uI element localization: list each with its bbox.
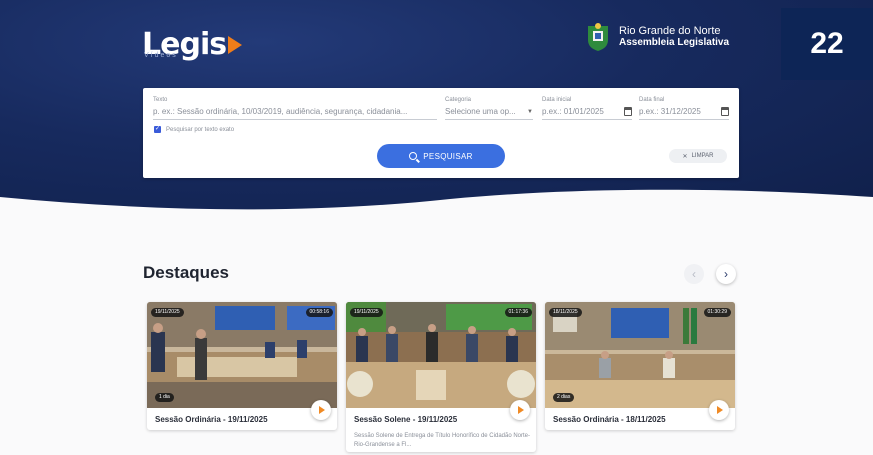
calendar-icon[interactable] xyxy=(624,107,632,116)
number-badge: 22 xyxy=(781,8,873,80)
video-thumbnail[interactable]: 19/11/2025 01:17:36 xyxy=(346,302,536,408)
video-card[interactable]: 18/11/2025 01:30:29 2 dias Sessão Ordiná… xyxy=(545,302,735,430)
logo-subtitle: Vídeos xyxy=(144,52,178,59)
text-input[interactable]: p. ex.: Sessão ordinária, 10/03/2019, au… xyxy=(153,107,437,120)
video-duration-badge: 01:30:29 xyxy=(703,308,731,317)
text-field[interactable]: Texto p. ex.: Sessão ordinária, 10/03/20… xyxy=(153,97,437,120)
play-button[interactable] xyxy=(709,400,729,420)
plenary-thumbnail-image xyxy=(147,302,337,408)
chevron-down-icon: ▼ xyxy=(527,108,533,115)
clear-button-label: LIMPAR xyxy=(691,153,714,159)
search-form: Texto p. ex.: Sessão ordinária, 10/03/20… xyxy=(143,88,739,178)
category-label: Categoria xyxy=(445,97,472,103)
plenary-thumbnail-image xyxy=(545,302,735,408)
video-duration-badge: 00:58:16 xyxy=(305,308,333,317)
video-duration-badge: 01:17:36 xyxy=(504,308,532,317)
start-date-field[interactable]: Data inicial p.ex.: 01/01/2025 xyxy=(542,97,632,120)
video-title[interactable]: Sessão Ordinária - 19/11/2025 xyxy=(155,415,268,424)
play-button[interactable] xyxy=(510,400,530,420)
calendar-icon[interactable] xyxy=(721,107,729,116)
search-button[interactable]: PESQUISAR xyxy=(377,144,505,168)
play-icon xyxy=(319,406,325,414)
video-title[interactable]: Sessão Ordinária - 18/11/2025 xyxy=(553,415,666,424)
category-field[interactable]: Categoria Selecione uma op... ▼ xyxy=(445,97,533,120)
play-icon xyxy=(518,406,524,414)
video-date-badge: 19/11/2025 xyxy=(350,308,383,317)
video-card[interactable]: 19/11/2025 01:17:36 Sessão Solene - 19/1… xyxy=(346,302,536,452)
exact-text-option[interactable]: ✓ Pesquisar por texto exato xyxy=(154,126,234,133)
assembly-name: Rio Grande do Norte Assembleia Legislati… xyxy=(619,25,730,49)
play-button[interactable] xyxy=(311,400,331,420)
end-date-field[interactable]: Data final p.ex.: 31/12/2025 xyxy=(639,97,729,120)
search-button-label: PESQUISAR xyxy=(423,151,473,161)
category-select[interactable]: Selecione uma op... ▼ xyxy=(445,107,533,120)
video-age-badge: 2 dias xyxy=(553,393,575,402)
exact-text-label: Pesquisar por texto exato xyxy=(166,126,235,133)
clear-button[interactable]: ✕ LIMPAR xyxy=(669,149,727,163)
video-age-badge: 1 dia xyxy=(155,393,174,402)
end-date-input[interactable]: p.ex.: 31/12/2025 xyxy=(639,107,729,120)
assembly-state: Rio Grande do Norte xyxy=(619,25,721,37)
assembly-title: Assembleia Legislativa xyxy=(619,37,730,48)
search-icon xyxy=(409,152,418,160)
ceremony-thumbnail-image xyxy=(346,302,536,408)
chevron-right-icon: › xyxy=(724,267,728,281)
video-date-badge: 18/11/2025 xyxy=(549,308,582,317)
category-value: Selecione uma op... xyxy=(445,107,516,116)
start-date-placeholder: p.ex.: 01/01/2025 xyxy=(542,107,604,116)
video-thumbnail[interactable]: 19/11/2025 00:58:16 1 dia xyxy=(147,302,337,408)
end-date-placeholder: p.ex.: 31/12/2025 xyxy=(639,107,701,116)
carousel-next-button[interactable]: › xyxy=(716,264,736,284)
start-date-label: Data inicial xyxy=(542,97,572,103)
hero-wave-divider xyxy=(0,189,873,225)
logo-play-icon xyxy=(228,36,243,54)
video-description: Sessão Solene de Entrega de Título Honor… xyxy=(354,433,530,448)
close-icon: ✕ xyxy=(682,153,688,160)
start-date-input[interactable]: p.ex.: 01/01/2025 xyxy=(542,107,632,120)
highlights-title: Destaques xyxy=(143,263,229,282)
video-card[interactable]: 19/11/2025 00:58:16 1 dia Sessão Ordinár… xyxy=(147,302,337,430)
play-icon xyxy=(717,406,723,414)
carousel-prev-button[interactable]: ‹ xyxy=(684,264,704,284)
assembly-brand[interactable]: Rio Grande do Norte Assembleia Legislati… xyxy=(585,22,729,52)
text-placeholder: p. ex.: Sessão ordinária, 10/03/2019, au… xyxy=(153,107,408,116)
assembly-crest-icon xyxy=(588,23,608,51)
page: Legis Vídeos Rio Grande do Norte Assembl… xyxy=(0,0,873,455)
video-date-badge: 19/11/2025 xyxy=(151,308,184,317)
chevron-left-icon: ‹ xyxy=(692,267,696,281)
video-title[interactable]: Sessão Solene - 19/11/2025 xyxy=(354,415,457,424)
end-date-label: Data final xyxy=(639,97,665,103)
video-thumbnail[interactable]: 18/11/2025 01:30:29 2 dias xyxy=(545,302,735,408)
text-label: Texto xyxy=(153,97,168,103)
legis-logo[interactable]: Legis Vídeos xyxy=(142,20,243,60)
exact-text-checkbox[interactable]: ✓ xyxy=(154,126,161,133)
